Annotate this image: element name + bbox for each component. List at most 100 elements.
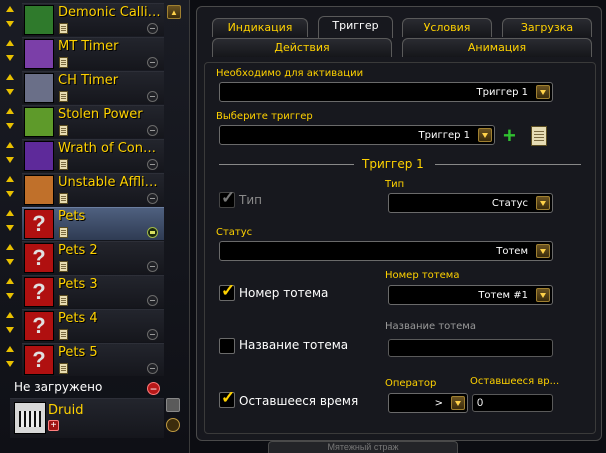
aura-name: Pets 4 bbox=[58, 311, 98, 326]
question-mark-icon: ? bbox=[24, 311, 54, 341]
notes-icon[interactable] bbox=[59, 295, 68, 306]
visibility-toggle-icon[interactable] bbox=[147, 125, 158, 136]
aura-name: Unstable Affliction bbox=[58, 175, 162, 190]
type-dropdown[interactable]: Статус bbox=[388, 193, 553, 213]
add-trigger-icon[interactable]: + bbox=[503, 125, 516, 147]
reorder-arrows-icon[interactable] bbox=[6, 71, 16, 101]
reorder-arrows-icon[interactable] bbox=[6, 173, 16, 203]
aura-group-druid[interactable]: Druid + bbox=[10, 398, 164, 438]
aura-name: MT Timer bbox=[58, 39, 119, 54]
totem-name-label: Название тотема bbox=[385, 321, 476, 332]
expand-group-button[interactable]: + bbox=[48, 420, 59, 431]
notes-icon[interactable] bbox=[59, 57, 68, 68]
notes-icon[interactable] bbox=[59, 193, 68, 204]
tab-trigger[interactable]: Триггер bbox=[318, 16, 393, 38]
notes-icon[interactable] bbox=[59, 125, 68, 136]
aura-group-name: Druid bbox=[48, 403, 84, 418]
visibility-toggle-icon[interactable] bbox=[147, 23, 158, 34]
status-dropdown[interactable]: Тотем bbox=[219, 241, 553, 261]
dropdown-value: Тотем bbox=[496, 246, 528, 257]
reorder-arrows-icon[interactable] bbox=[6, 343, 16, 373]
visibility-toggle-icon[interactable] bbox=[147, 193, 158, 204]
question-mark-icon: ? bbox=[24, 209, 54, 239]
aura-list-item[interactable]: Demonic Calling... bbox=[22, 3, 164, 36]
visibility-toggle-icon[interactable] bbox=[147, 295, 158, 306]
type-checkbox[interactable]: ✓ bbox=[219, 188, 235, 208]
aura-list-item[interactable]: Stolen Power bbox=[22, 105, 164, 138]
totem-number-checkbox[interactable]: ✓ bbox=[219, 281, 235, 301]
reorder-arrows-icon[interactable] bbox=[6, 139, 16, 169]
unloaded-collapse-button[interactable]: − bbox=[147, 382, 160, 395]
visibility-toggle-icon[interactable] bbox=[147, 57, 158, 68]
remaining-time-input[interactable]: 0 bbox=[472, 394, 553, 412]
totem-name-checkbox[interactable] bbox=[219, 338, 235, 354]
totem-number-checkbox-label: Номер тотема bbox=[239, 286, 329, 300]
reorder-arrows-icon[interactable] bbox=[6, 37, 16, 67]
aura-options-panel: Индикация Триггер Условия Загрузка Дейст… bbox=[196, 6, 602, 441]
aura-list-item[interactable]: MT Timer bbox=[22, 37, 164, 70]
aura-list-item[interactable]: CH Timer bbox=[22, 71, 164, 104]
type-label: Тип bbox=[385, 179, 405, 190]
tab-actions[interactable]: Действия bbox=[212, 38, 392, 57]
notes-icon[interactable] bbox=[59, 23, 68, 34]
notes-icon[interactable] bbox=[59, 363, 68, 374]
visibility-toggle-icon[interactable] bbox=[147, 159, 158, 170]
aura-list-item[interactable]: ? Pets 2 bbox=[22, 241, 164, 274]
operator-label: Оператор bbox=[385, 378, 437, 389]
section-divider-left bbox=[219, 164, 354, 165]
remaining-time-checkbox[interactable]: ✓ bbox=[219, 388, 235, 408]
aura-list-item[interactable]: Unstable Affliction bbox=[22, 173, 164, 206]
remaining-time-label: Оставшееся вр... bbox=[470, 376, 560, 387]
notes-icon[interactable] bbox=[59, 329, 68, 340]
aura-list-item[interactable]: Wrath of Consu... bbox=[22, 139, 164, 172]
tab-animation[interactable]: Анимация bbox=[402, 38, 592, 57]
aura-name: Pets bbox=[58, 209, 86, 224]
aura-name: Wrath of Consu... bbox=[58, 141, 162, 156]
notes-icon[interactable] bbox=[59, 91, 68, 102]
question-mark-icon: ? bbox=[24, 277, 54, 307]
section-divider-right bbox=[435, 164, 581, 165]
visibility-toggle-icon[interactable] bbox=[147, 363, 158, 374]
totem-number-dropdown[interactable]: Тотем #1 bbox=[388, 285, 553, 305]
aura-list-item[interactable]: ? Pets 3 bbox=[22, 275, 164, 308]
group-visibility-icon[interactable] bbox=[166, 418, 180, 432]
notes-icon[interactable] bbox=[59, 227, 68, 238]
fire-face-icon bbox=[24, 175, 54, 205]
required-for-activation-dropdown[interactable]: Триггер 1 bbox=[219, 82, 553, 102]
aura-list-item[interactable]: ? Pets 5 bbox=[22, 343, 164, 376]
aura-name: Demonic Calling... bbox=[58, 5, 162, 20]
copy-trigger-icon[interactable] bbox=[531, 126, 547, 146]
tab-display[interactable]: Индикация bbox=[212, 18, 308, 37]
reorder-arrows-icon[interactable] bbox=[6, 241, 16, 271]
reorder-arrows-icon[interactable] bbox=[6, 207, 16, 237]
totem-name-input[interactable] bbox=[388, 339, 553, 357]
visibility-toggle-icon[interactable] bbox=[147, 261, 158, 272]
choose-trigger-dropdown[interactable]: Триггер 1 bbox=[219, 125, 495, 145]
required-for-activation-label: Необходимо для активации bbox=[216, 68, 364, 79]
reorder-arrows-icon[interactable] bbox=[6, 3, 16, 33]
tab-conditions[interactable]: Условия bbox=[402, 18, 492, 37]
aura-list-item[interactable]: ? Pets bbox=[22, 207, 164, 240]
aura-name: Pets 3 bbox=[58, 277, 98, 292]
skull-icon bbox=[24, 107, 54, 137]
visibility-toggle-icon[interactable] bbox=[147, 91, 158, 102]
chevron-down-icon bbox=[536, 244, 550, 258]
notes-icon[interactable] bbox=[59, 261, 68, 272]
reorder-arrows-icon[interactable] bbox=[6, 275, 16, 305]
reorder-arrows-icon[interactable] bbox=[6, 105, 16, 135]
notes-icon[interactable] bbox=[59, 159, 68, 170]
tab-load[interactable]: Загрузка bbox=[502, 18, 592, 37]
totem-number-label: Номер тотема bbox=[385, 270, 460, 281]
scroll-up-button[interactable]: ▲ bbox=[167, 5, 181, 19]
visibility-toggle-icon[interactable] bbox=[147, 227, 158, 238]
dropdown-value: Триггер 1 bbox=[418, 130, 470, 141]
dropdown-value: Триггер 1 bbox=[476, 87, 528, 98]
aura-name: Pets 2 bbox=[58, 243, 98, 258]
visibility-toggle-icon[interactable] bbox=[147, 329, 158, 340]
operator-dropdown[interactable]: > bbox=[388, 393, 468, 413]
group-select-checkbox[interactable] bbox=[166, 398, 180, 412]
reorder-arrows-icon[interactable] bbox=[6, 309, 16, 339]
aura-list-item[interactable]: ? Pets 4 bbox=[22, 309, 164, 342]
dropdown-value: > bbox=[434, 398, 443, 409]
choose-trigger-label: Выберите триггер bbox=[216, 111, 313, 122]
